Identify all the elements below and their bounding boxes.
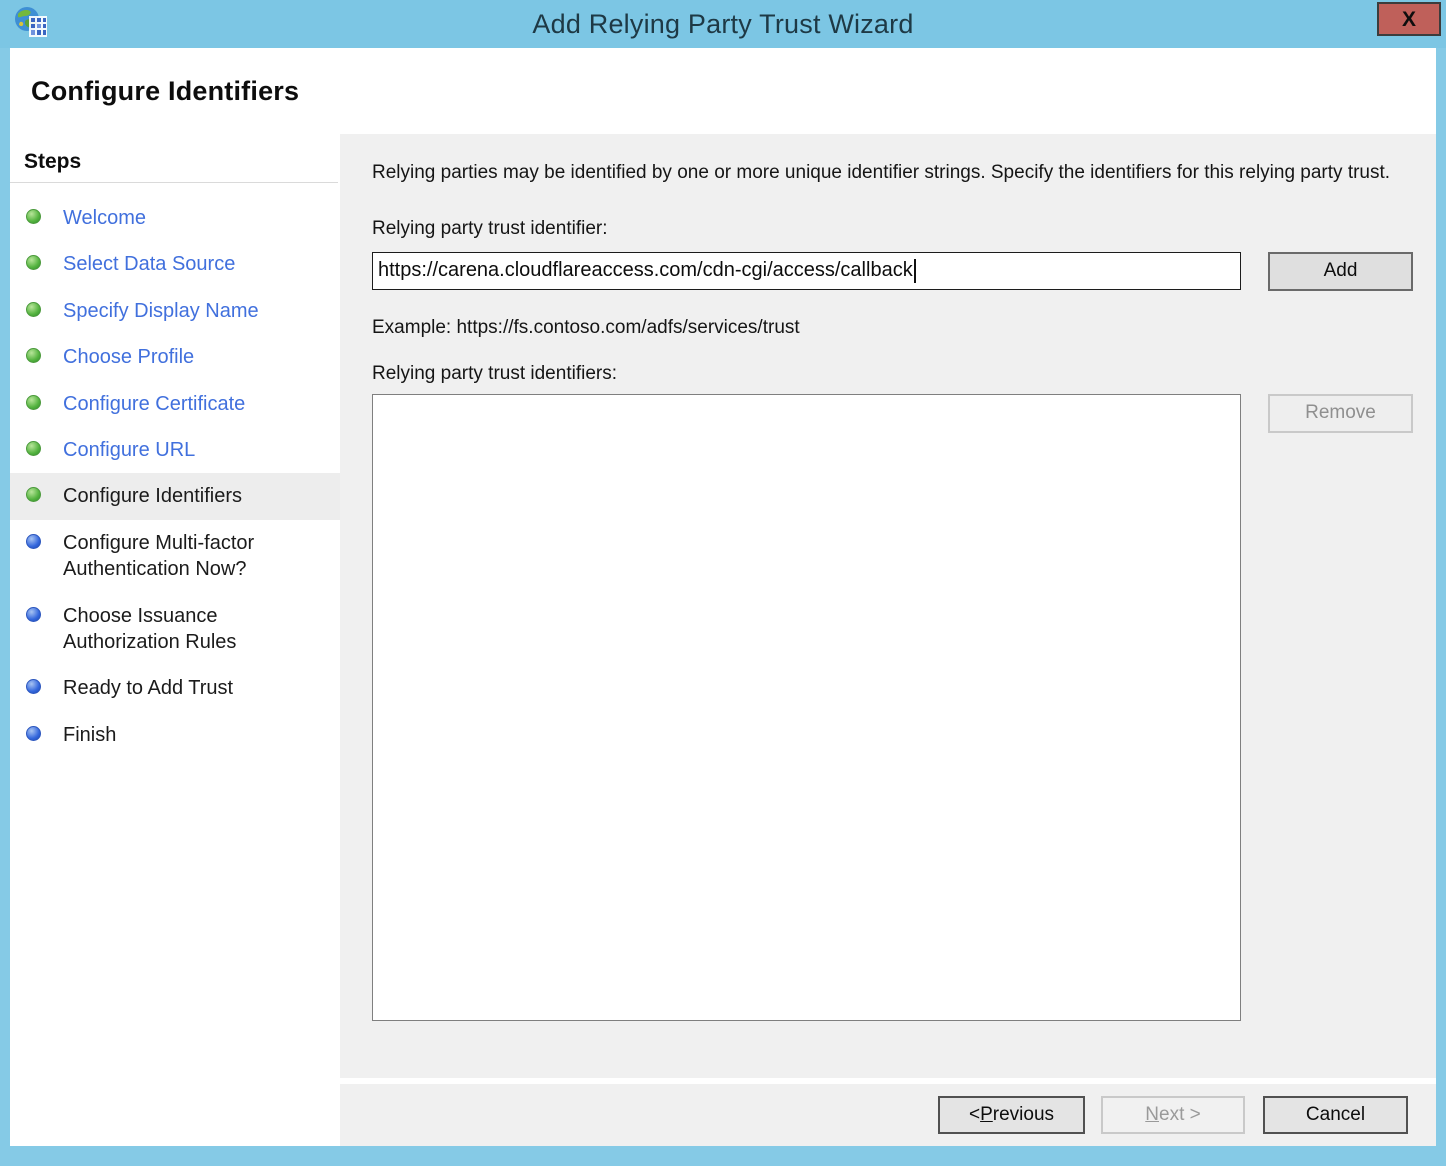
sidebar-item-label: Specify Display Name <box>63 298 259 324</box>
titlebar: Add Relying Party Trust Wizard X <box>0 0 1446 48</box>
close-button[interactable]: X <box>1377 2 1441 36</box>
sidebar-item-label: Configure Identifiers <box>63 483 242 509</box>
adfs-wizard-icon <box>12 5 50 43</box>
wizard-window: Add Relying Party Trust Wizard X Configu… <box>0 0 1446 1166</box>
step-bullet-icon <box>26 209 41 224</box>
identifiers-list-label: Relying party trust identifiers: <box>372 363 1413 385</box>
sidebar-item-configure-certificate: Configure Certificate <box>10 381 340 427</box>
text-cursor <box>914 259 916 283</box>
page-description: Relying parties may be identified by one… <box>372 160 1397 187</box>
sidebar-item-label: Configure URL <box>63 437 195 463</box>
next-button: Next > <box>1101 1096 1245 1134</box>
identifier-input[interactable]: https://carena.cloudflareaccess.com/cdn-… <box>372 252 1241 290</box>
sidebar-item-welcome: Welcome <box>10 195 340 241</box>
page-title: Configure Identifiers <box>31 76 299 107</box>
sidebar-item-label: Choose Profile <box>63 344 194 370</box>
identifier-label: Relying party trust identifier: <box>372 218 1413 240</box>
sidebar-item-configure-identifiers: Configure Identifiers <box>10 473 340 519</box>
sidebar-item-finish: Finish <box>10 712 340 758</box>
sidebar-item-label: Finish <box>63 722 116 748</box>
step-bullet-icon <box>26 255 41 270</box>
previous-button[interactable]: < Previous <box>938 1096 1085 1134</box>
window-title: Add Relying Party Trust Wizard <box>532 9 913 40</box>
step-bullet-icon <box>26 726 41 741</box>
sidebar-item-configure-url: Configure URL <box>10 427 340 473</box>
sidebar-item-label: Choose Issuance Authorization Rules <box>63 603 323 656</box>
step-bullet-icon <box>26 607 41 622</box>
step-bullet-icon <box>26 534 41 549</box>
step-bullet-icon <box>26 395 41 410</box>
sidebar-item-label: Select Data Source <box>63 251 235 277</box>
sidebar-item-choose-profile: Choose Profile <box>10 334 340 380</box>
sidebar-item-select-data-source: Select Data Source <box>10 241 340 287</box>
step-bullet-icon <box>26 441 41 456</box>
steps-heading: Steps <box>10 146 338 183</box>
sidebar-item-configure-multi-factor-authentication-now: Configure Multi-factor Authentication No… <box>10 520 340 593</box>
sidebar-item-label: Configure Certificate <box>63 391 245 417</box>
step-bullet-icon <box>26 487 41 502</box>
remove-button: Remove <box>1268 394 1413 433</box>
sidebar-item-label: Configure Multi-factor Authentication No… <box>63 530 323 583</box>
wizard-body: Configure Identifiers Steps Welcome Sele… <box>10 48 1436 1146</box>
add-button[interactable]: Add <box>1268 252 1413 291</box>
main-panel: Relying parties may be identified by one… <box>340 134 1436 1146</box>
step-bullet-icon <box>26 302 41 317</box>
identifier-input-value: https://carena.cloudflareaccess.com/cdn-… <box>378 259 913 282</box>
example-text: Example: https://fs.contoso.com/adfs/ser… <box>372 317 1413 339</box>
steps-sidebar: Steps Welcome Select Data Source Specify… <box>10 134 340 1146</box>
footer-bar: < Previous Next > Cancel <box>340 1084 1436 1146</box>
sidebar-item-specify-display-name: Specify Display Name <box>10 288 340 334</box>
step-bullet-icon <box>26 348 41 363</box>
sidebar-item-label: Ready to Add Trust <box>63 675 233 701</box>
identifiers-listbox[interactable] <box>372 394 1241 1021</box>
sidebar-item-ready-to-add-trust: Ready to Add Trust <box>10 665 340 711</box>
step-bullet-icon <box>26 679 41 694</box>
cancel-button[interactable]: Cancel <box>1263 1096 1408 1134</box>
sidebar-item-label: Welcome <box>63 205 146 231</box>
steps-list: Welcome Select Data Source Specify Displ… <box>10 195 340 758</box>
sidebar-item-choose-issuance-authorization-rules: Choose Issuance Authorization Rules <box>10 593 340 666</box>
page-header: Configure Identifiers <box>10 48 1436 134</box>
